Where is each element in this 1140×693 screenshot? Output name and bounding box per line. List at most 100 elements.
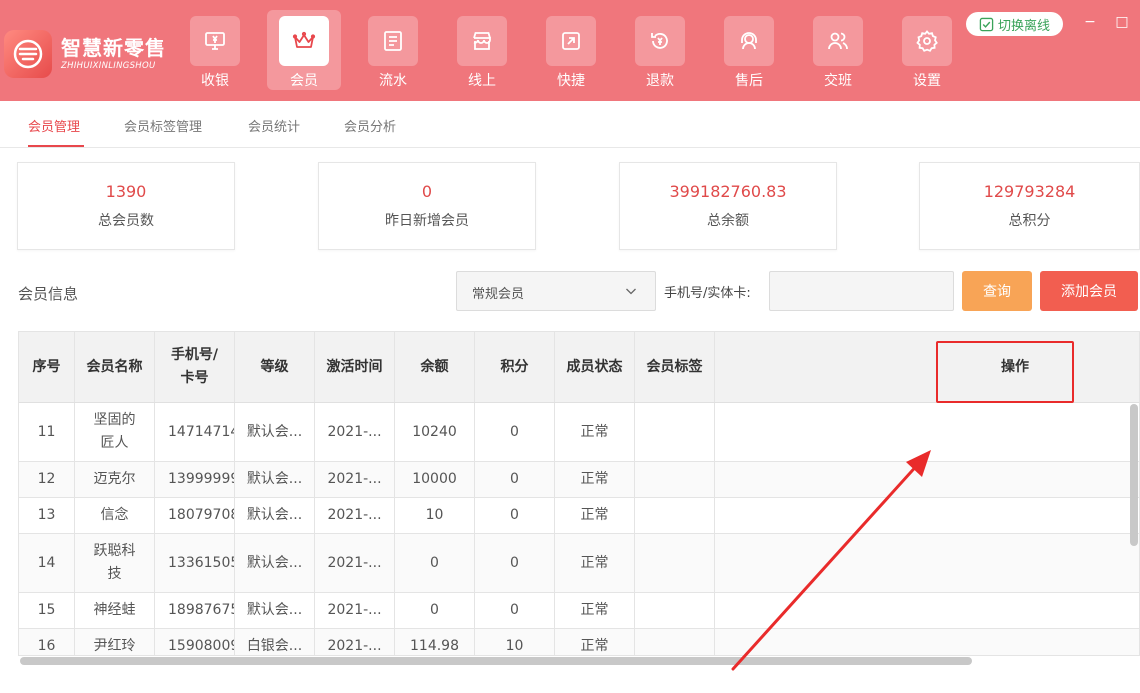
stat-card-total-balance: 399182760.83 总余额	[619, 162, 837, 250]
table-row[interactable]: 11 坚固的匠人 14714714 默认会... 2021-... 10240 …	[19, 403, 1139, 462]
cell-actions	[715, 462, 1135, 497]
cell-activated: 2021-...	[315, 462, 395, 497]
stat-label: 总会员数	[98, 213, 154, 229]
nav-item-shift[interactable]: 交班	[801, 10, 875, 90]
ledger-icon	[368, 16, 418, 66]
nav-item-refund[interactable]: 退款	[623, 10, 697, 90]
add-member-button[interactable]: 添加会员	[1040, 271, 1138, 311]
nav-item-shortcut[interactable]: 快捷	[534, 10, 608, 90]
nav-label: 流水	[379, 73, 407, 89]
table-vertical-scrollbar[interactable]	[1130, 404, 1138, 546]
cell-status: 正常	[555, 629, 635, 655]
tab-member-analysis[interactable]: 会员分析	[344, 116, 396, 135]
tab-member-statistics[interactable]: 会员统计	[248, 116, 300, 135]
cell-balance: 0	[395, 593, 475, 628]
nav-item-member[interactable]: 会员	[267, 10, 341, 90]
stat-label: 昨日新增会员	[385, 213, 469, 229]
cell-tag	[635, 593, 715, 628]
annotation-highlight-box	[936, 341, 1074, 403]
cell-status: 正常	[555, 403, 635, 461]
column-header-status: 成员状态	[555, 332, 635, 402]
column-header-name: 会员名称	[75, 332, 155, 402]
table-row[interactable]: 12 迈克尔 13999999 默认会... 2021-... 10000 0 …	[19, 462, 1139, 498]
shift-handover-icon	[813, 16, 863, 66]
cell-status: 正常	[555, 593, 635, 628]
maximize-button[interactable]: □	[1114, 14, 1130, 30]
chevron-down-icon	[626, 288, 636, 295]
tab-member-management[interactable]: 会员管理	[28, 116, 80, 135]
stat-card-total-members: 1390 总会员数	[17, 162, 235, 250]
cell-level: 白银会...	[235, 629, 315, 655]
cell-tag	[635, 462, 715, 497]
cash-register-icon	[190, 16, 240, 66]
table-row[interactable]: 15 神经蛙 18987675 默认会... 2021-... 0 0 正常	[19, 593, 1139, 629]
refund-icon	[635, 16, 685, 66]
app-logo	[4, 30, 52, 78]
shortcut-icon	[546, 16, 596, 66]
logo-icon	[13, 39, 43, 69]
brand-name-en: ZHIHUIXINLINGSHOU	[61, 61, 156, 71]
nav-label: 收银	[201, 73, 229, 89]
cell-actions	[715, 403, 1135, 461]
table-row[interactable]: 13 信念 18079708 默认会... 2021-... 10 0 正常	[19, 498, 1139, 534]
brand-name-cn: 智慧新零售	[61, 36, 166, 60]
nav-item-ledger[interactable]: 流水	[356, 10, 430, 90]
table-row[interactable]: 16 尹红玲 15908009 白银会... 2021-... 114.98 1…	[19, 629, 1139, 655]
nav-item-online[interactable]: 线上	[445, 10, 519, 90]
nav-item-cashier[interactable]: 收银	[178, 10, 252, 90]
cell-points: 0	[475, 593, 555, 628]
crown-icon	[279, 16, 329, 66]
nav-item-settings[interactable]: 设置	[890, 10, 964, 90]
cell-level: 默认会...	[235, 534, 315, 592]
cell-name: 尹红玲	[75, 629, 155, 655]
cell-no: 12	[19, 462, 75, 497]
switch-offline-button[interactable]: 切换离线	[966, 12, 1063, 36]
column-header-balance: 余额	[395, 332, 475, 402]
brand: 智慧新零售 ZHIHUIXINLINGSHOU	[61, 36, 166, 72]
cell-activated: 2021-...	[315, 593, 395, 628]
cell-balance: 0	[395, 534, 475, 592]
cell-activated: 2021-...	[315, 498, 395, 533]
stat-value: 399182760.83	[669, 182, 787, 201]
tab-member-tag-management[interactable]: 会员标签管理	[124, 116, 202, 135]
stat-value: 129793284	[983, 182, 1076, 201]
cell-activated: 2021-...	[315, 403, 395, 461]
table-horizontal-scrollbar[interactable]	[20, 657, 972, 665]
active-tab-indicator	[28, 145, 84, 147]
cell-status: 正常	[555, 498, 635, 533]
nav-label: 退款	[646, 73, 674, 89]
column-header-activated: 激活时间	[315, 332, 395, 402]
cell-points: 0	[475, 403, 555, 461]
query-button[interactable]: 查询	[962, 271, 1032, 311]
phone-card-input[interactable]	[769, 271, 954, 311]
stat-card-new-members-yesterday: 0 昨日新增会员	[318, 162, 536, 250]
member-subtabs: 会员管理 会员标签管理 会员统计 会员分析	[0, 101, 1140, 148]
member-type-select[interactable]: 常规会员	[456, 271, 656, 311]
cell-name: 坚固的匠人	[75, 403, 155, 461]
cell-tag	[635, 498, 715, 533]
stat-value: 1390	[105, 182, 147, 201]
top-header: 智慧新零售 ZHIHUIXINLINGSHOU 收银 会员 流水 线上 快捷 退…	[0, 0, 1140, 101]
cell-points: 10	[475, 629, 555, 655]
nav-item-aftersale[interactable]: 售后	[712, 10, 786, 90]
member-info-title: 会员信息	[18, 285, 79, 303]
cell-name: 信念	[75, 498, 155, 533]
cell-actions	[715, 534, 1135, 592]
cell-name: 神经蛙	[75, 593, 155, 628]
minimize-button[interactable]: −	[1082, 14, 1098, 30]
cell-status: 正常	[555, 462, 635, 497]
cell-name: 迈克尔	[75, 462, 155, 497]
column-header-tag: 会员标签	[635, 332, 715, 402]
column-header-no: 序号	[19, 332, 75, 402]
nav-label: 交班	[824, 73, 852, 89]
column-header-actions: 操作	[1001, 358, 1029, 375]
switch-offline-label: 切换离线	[997, 18, 1050, 34]
cell-phone: 13999999	[155, 462, 235, 497]
cell-points: 0	[475, 534, 555, 592]
stat-label: 总积分	[1008, 213, 1051, 229]
cell-level: 默认会...	[235, 462, 315, 497]
cell-activated: 2021-...	[315, 629, 395, 655]
cell-no: 14	[19, 534, 75, 592]
nav-label: 会员	[290, 73, 318, 89]
table-row[interactable]: 14 跃聪科技 13361505 默认会... 2021-... 0 0 正常	[19, 534, 1139, 593]
